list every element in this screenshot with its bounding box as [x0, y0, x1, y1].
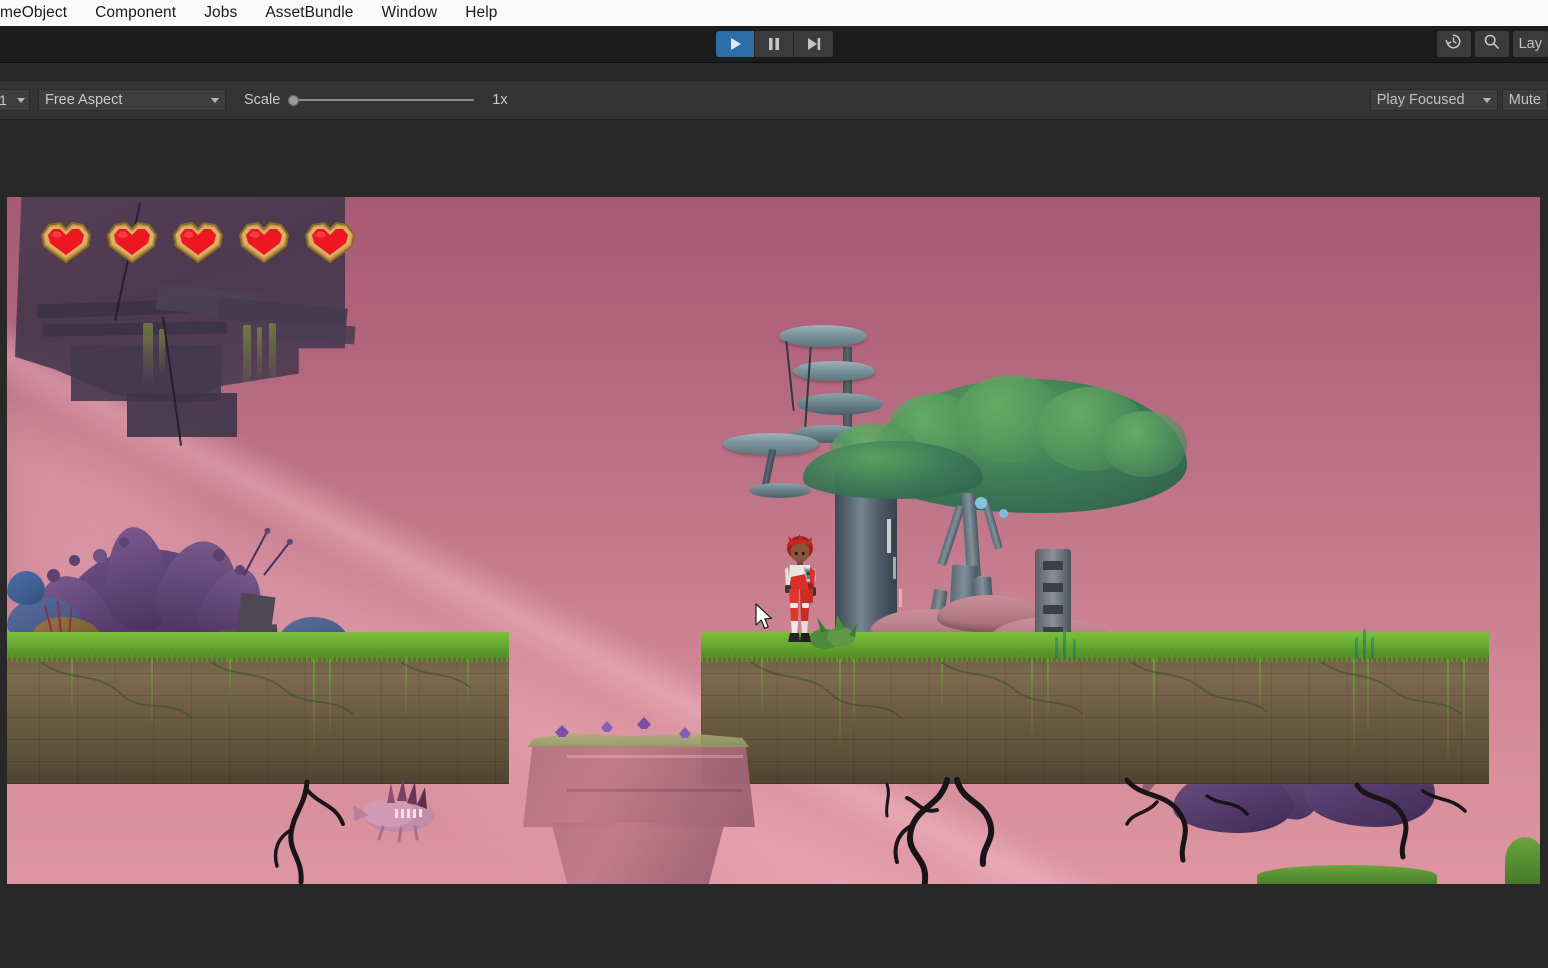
scale-value: 1x: [492, 92, 508, 108]
alien-disc: [797, 393, 883, 415]
aspect-ratio-dropdown[interactable]: Free Aspect: [38, 89, 226, 111]
scale-slider[interactable]: [288, 93, 475, 107]
moss-drip: [257, 327, 262, 383]
gameview-panel: [0, 120, 1548, 968]
alien-disc: [749, 483, 811, 498]
step-button[interactable]: [794, 31, 833, 57]
plant-nub: [69, 555, 80, 566]
hanging-roots: [1354, 782, 1467, 860]
plant-nub: [119, 537, 129, 547]
menu-assetbundle[interactable]: AssetBundle: [251, 0, 367, 26]
game-render-surface[interactable]: [7, 197, 1540, 884]
hanging-roots: [1124, 777, 1249, 863]
root-web: [40, 661, 472, 719]
aspect-value: Free Aspect: [45, 92, 123, 108]
ruin-edge-highlight: [567, 755, 743, 758]
heart-5: [302, 219, 358, 265]
trunk-highlight: [899, 589, 902, 607]
grass-blade: [1355, 637, 1358, 659]
bone-joint: [1043, 605, 1063, 614]
grass-blade: [1073, 639, 1076, 659]
plant-nub: [47, 569, 60, 582]
tree-fruit: [975, 497, 987, 509]
scale-slider-knob[interactable]: [288, 95, 300, 106]
scale-slider-track: [288, 99, 475, 101]
ruin-edge-shadow: [567, 789, 743, 792]
canopy-lump: [1103, 411, 1187, 477]
plant-nub: [213, 549, 225, 561]
display-dropdown[interactable]: 1: [0, 89, 30, 111]
bottom-grass-tuft: [1257, 865, 1437, 884]
scale-control: Scale 1x: [244, 92, 508, 108]
heart-4: [236, 219, 292, 265]
bone-joint: [1043, 561, 1063, 570]
play-controls: [716, 31, 833, 57]
moss-drip: [269, 323, 276, 389]
menu-jobs[interactable]: Jobs: [190, 0, 251, 26]
trunk-highlight: [893, 557, 896, 579]
step-icon: [807, 37, 821, 51]
scale-label: Scale: [244, 92, 281, 108]
pause-button[interactable]: [755, 31, 794, 57]
blue-rock: [7, 571, 45, 605]
root-web: [750, 661, 1462, 719]
bone-joint: [1043, 583, 1063, 592]
ruin-slab: [127, 393, 237, 437]
mute-label: Mute: [1508, 92, 1541, 108]
play-button[interactable]: [716, 31, 755, 57]
layers-dropdown[interactable]: Lay: [1512, 31, 1548, 57]
grass-blade: [1055, 637, 1058, 659]
distant-ruin-base: [551, 823, 725, 884]
heart-1: [38, 219, 94, 265]
chevron-down-icon: [17, 97, 25, 103]
plant-nub: [93, 549, 107, 563]
gameview-toolbar-right: Play Focused Mute: [1369, 89, 1548, 111]
chevron-down-icon: [1482, 97, 1491, 103]
search-icon: [1483, 33, 1500, 55]
play-focus-value: Play Focused: [1376, 92, 1465, 108]
history-icon: [1445, 33, 1462, 55]
grass-blade: [1063, 631, 1066, 659]
editor-toolbar: Lay: [0, 26, 1548, 63]
search-button[interactable]: [1474, 31, 1509, 57]
mute-audio-toggle[interactable]: Mute: [1501, 89, 1548, 111]
pause-icon: [768, 37, 780, 51]
moss-drip: [143, 323, 153, 385]
platform-left: [7, 632, 509, 784]
heart-3: [170, 219, 226, 265]
mouse-cursor: [755, 603, 775, 636]
menu-gameobject[interactable]: meObject: [0, 0, 81, 26]
toolbar-right-group: Lay: [1436, 31, 1548, 57]
alien-disc: [793, 361, 875, 381]
menu-help[interactable]: Help: [451, 0, 511, 26]
menu-window[interactable]: Window: [367, 0, 451, 26]
heart-2: [104, 219, 160, 265]
display-value: 1: [0, 92, 7, 108]
grass-blade: [1371, 637, 1374, 659]
menu-component[interactable]: Component: [81, 0, 190, 26]
gameview-toolbar: 1 Free Aspect Scale 1x Play Focused Mute: [0, 81, 1548, 120]
grass-blade: [1363, 629, 1366, 659]
alien-disc: [779, 325, 867, 347]
hanging-roots: [885, 777, 995, 884]
play-icon: [729, 37, 742, 51]
bottom-grass-tuft: [1505, 837, 1540, 884]
health-hud: [38, 219, 358, 265]
rubble-block: [236, 592, 276, 638]
history-button[interactable]: [1436, 31, 1471, 57]
small-creature: [343, 765, 453, 850]
player-character[interactable]: [777, 533, 823, 650]
play-focus-dropdown[interactable]: Play Focused: [1369, 89, 1498, 111]
moss-drip: [243, 325, 251, 397]
menu-bar: meObject Component Jobs AssetBundle Wind…: [0, 0, 1548, 26]
trunk-highlight: [887, 519, 891, 553]
tree-fruit: [999, 509, 1008, 518]
chevron-down-icon: [211, 97, 219, 103]
layers-label: Lay: [1518, 36, 1542, 52]
